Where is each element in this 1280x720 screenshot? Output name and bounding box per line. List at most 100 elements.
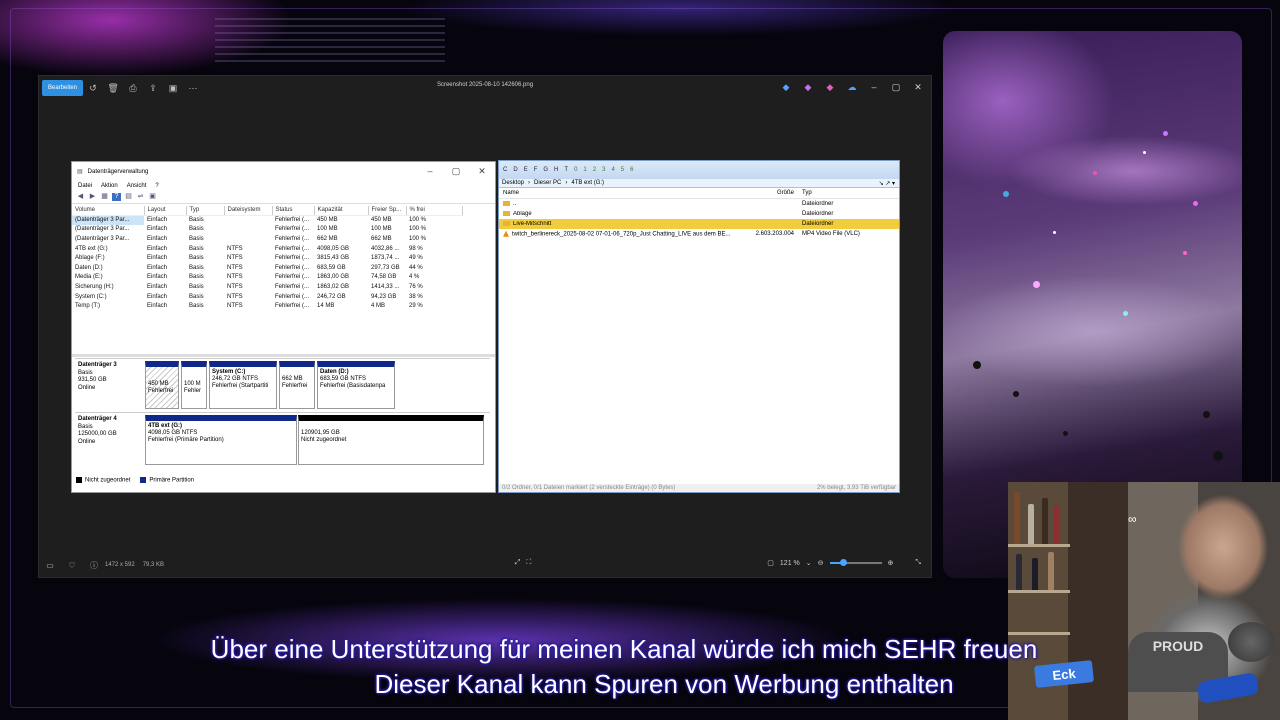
menu-datei[interactable]: Datei bbox=[78, 183, 92, 189]
zoom-slider[interactable] bbox=[829, 559, 882, 566]
volume-row[interactable]: Sicherung (H:) Einfach Basis NTFS Fehlerfrei… bbox=[72, 282, 462, 292]
drive-button-e[interactable]: E bbox=[524, 167, 528, 173]
col-layout[interactable]: Layout bbox=[144, 206, 187, 216]
grid-icon[interactable]: ▦ bbox=[100, 193, 109, 201]
volume-row[interactable]: 4TB ext (G:) Einfach Basis NTFS Fehlerfrei (… bbox=[72, 244, 462, 254]
tab-3[interactable]: 3 bbox=[602, 167, 605, 173]
tab-1[interactable]: 1 bbox=[583, 167, 586, 173]
disk3-partition-4[interactable]: 662 MB Fehlerfrei bbox=[279, 361, 315, 409]
app-icon-1[interactable]: ◆ bbox=[777, 80, 795, 94]
selection-status: 0/2 Ordner, 0/1 Dateien markiert (2 vers… bbox=[502, 485, 676, 491]
volume-cell: (Datenträger 3 Par... bbox=[75, 235, 130, 242]
drive-button-t[interactable]: T bbox=[564, 167, 568, 173]
close-icon[interactable]: ✕ bbox=[469, 166, 495, 177]
volume-row[interactable]: (Datenträger 3 Par... Einfach Basis Fehlerf… bbox=[72, 215, 462, 225]
drive-button-f[interactable]: F bbox=[534, 167, 538, 173]
drive-button-h[interactable]: H bbox=[554, 167, 558, 173]
col-freier-speicher[interactable]: Freier Sp... bbox=[368, 206, 407, 216]
col-name[interactable]: Name bbox=[499, 190, 754, 196]
pane-splitter[interactable] bbox=[72, 354, 495, 357]
app-icon-2[interactable]: ◆ bbox=[799, 80, 817, 94]
tab-2[interactable]: 2 bbox=[593, 167, 596, 173]
caption-line-2: Dieser Kanal kann Spuren von Werbung ent… bbox=[374, 669, 954, 699]
forward-icon[interactable]: ▶ bbox=[88, 193, 97, 201]
file-row[interactable]: twitch_berlinereck_2025-08-02 07-01-06_7… bbox=[499, 229, 899, 239]
bottle bbox=[1054, 506, 1060, 544]
zoom-out-icon[interactable]: ⊖ bbox=[818, 559, 824, 567]
volume-cell: 4098,05 GB bbox=[317, 245, 350, 252]
partition-size: 662 MB bbox=[282, 376, 303, 382]
volume-row[interactable]: Media (E:) Einfach Basis NTFS Fehlerfrei (..… bbox=[72, 273, 462, 283]
volume-cell: Fehlerfrei (... bbox=[275, 226, 310, 233]
path-desktop[interactable]: Desktop bbox=[502, 180, 524, 186]
tab-5[interactable]: 5 bbox=[621, 167, 624, 173]
volume-row[interactable]: (Datenträger 3 Par... Einfach Basis Fehlerf… bbox=[72, 225, 462, 235]
menu-help[interactable]: ? bbox=[155, 183, 158, 189]
disk4-info: Datenträger 4 Basis 125000,00 GB Online bbox=[78, 416, 144, 446]
volume-row[interactable]: Ablage (F:) Einfach Basis NTFS Fehlerfrei (.… bbox=[72, 253, 462, 263]
volume-cell: NTFS bbox=[227, 245, 243, 252]
drive-button-g[interactable]: G bbox=[543, 167, 548, 173]
minimize-icon[interactable]: – bbox=[417, 166, 443, 177]
disk3-partition-2[interactable]: 100 M Fehler bbox=[181, 361, 207, 409]
filmstrip-icon[interactable]: ▭ bbox=[39, 561, 61, 570]
tab-0[interactable]: 0 bbox=[574, 167, 577, 173]
volume-cell: 1873,74 ... bbox=[371, 255, 400, 262]
file-row[interactable]: Live-Mitschnitt Dateiordner bbox=[499, 219, 899, 229]
volume-row[interactable]: Temp (T:) Einfach Basis NTFS Fehlerfrei (...… bbox=[72, 301, 462, 311]
properties-icon[interactable]: ▣ bbox=[148, 193, 157, 201]
drive-button-c[interactable]: C bbox=[503, 167, 507, 173]
menu-ansicht[interactable]: Ansicht bbox=[127, 183, 147, 189]
col-kapazitaet[interactable]: Kapazität bbox=[314, 206, 369, 216]
maximize-icon[interactable]: ▢ bbox=[887, 80, 905, 94]
volume-row[interactable]: System (C:) Einfach Basis NTFS Fehlerfrei (.… bbox=[72, 292, 462, 302]
disk4-partition-4tb-ext[interactable]: 4TB ext (G:) 4098,05 GB NTFS Fehlerfrei … bbox=[145, 415, 297, 465]
partition-name: System (C:) bbox=[212, 369, 246, 375]
disk4-unallocated[interactable]: 120901,95 GB Nicht zugeordnet bbox=[298, 415, 484, 465]
minimize-icon[interactable]: – bbox=[865, 80, 883, 94]
back-icon[interactable]: ◀ bbox=[76, 193, 85, 201]
info-icon[interactable]: ⓘ bbox=[83, 560, 105, 571]
path-this-pc[interactable]: Dieser PC bbox=[534, 180, 561, 186]
app-icon-3[interactable]: ◆ bbox=[821, 80, 839, 94]
file-row[interactable]: .. Dateiordner bbox=[499, 199, 899, 209]
col-status[interactable]: Status bbox=[272, 206, 315, 216]
actual-size-icon[interactable]: ▢ bbox=[767, 559, 774, 567]
disk3-partition-1[interactable]: 450 MB Fehlerfrei bbox=[145, 361, 179, 409]
col-typ[interactable]: Typ bbox=[186, 206, 225, 216]
disk4-size: 125000,00 GB bbox=[78, 431, 117, 437]
crop-icon[interactable]: ⛶ bbox=[526, 559, 531, 567]
disk3-partition-system[interactable]: System (C:) 246,72 GB NTFS Fehlerfrei (S… bbox=[209, 361, 277, 409]
help-icon[interactable]: ? bbox=[112, 193, 121, 201]
tab-4[interactable]: 4 bbox=[611, 167, 614, 173]
list-icon[interactable]: ▤ bbox=[124, 193, 133, 201]
maximize-icon[interactable]: ▢ bbox=[443, 166, 469, 177]
connect-icon[interactable]: ⇌ bbox=[136, 193, 145, 201]
fit-icon[interactable]: ⤢ bbox=[515, 559, 521, 567]
col-size[interactable]: Größe bbox=[754, 190, 798, 196]
disk3-partition-daten[interactable]: Daten (D:) 683,59 GB NTFS Fehlerfrei (Ba… bbox=[317, 361, 395, 409]
col-volume[interactable]: Volume bbox=[72, 206, 145, 216]
volume-cell: 450 MB bbox=[371, 217, 392, 224]
menu-aktion[interactable]: Aktion bbox=[101, 183, 118, 189]
volume-row[interactable]: Daten (D:) Einfach Basis NTFS Fehlerfrei (..… bbox=[72, 263, 462, 273]
file-row[interactable]: Ablage Dateiordner bbox=[499, 209, 899, 219]
dm-menubar: Datei Aktion Ansicht ? bbox=[72, 181, 495, 191]
col-type[interactable]: Typ bbox=[798, 190, 888, 196]
volume-cell: 297,73 GB bbox=[371, 264, 400, 271]
partition-size: 100 M bbox=[184, 381, 201, 387]
onedrive-icon[interactable]: ☁ bbox=[843, 80, 861, 94]
drive-button-d[interactable]: D bbox=[513, 167, 517, 173]
zoom-level[interactable]: 121 % bbox=[780, 560, 800, 567]
fullscreen-icon[interactable]: ⤡ bbox=[915, 559, 921, 567]
favorite-icon[interactable]: ♡ bbox=[61, 561, 83, 570]
col-prozent-frei[interactable]: % frei bbox=[406, 206, 463, 216]
path-nav-icons[interactable]: ↘ ↗ ▾ bbox=[879, 180, 895, 187]
volume-row[interactable]: (Datenträger 3 Par... Einfach Basis Fehlerf… bbox=[72, 234, 462, 244]
col-dateisystem[interactable]: Dateisystem bbox=[224, 206, 273, 216]
close-icon[interactable]: ✕ bbox=[909, 80, 927, 94]
tab-6[interactable]: 6 bbox=[630, 167, 633, 173]
path-drive[interactable]: 4TB ext (G:) bbox=[571, 180, 604, 186]
zoom-in-icon[interactable]: ⊕ bbox=[888, 559, 894, 567]
chevron-down-icon[interactable]: ⌄ bbox=[806, 559, 812, 567]
